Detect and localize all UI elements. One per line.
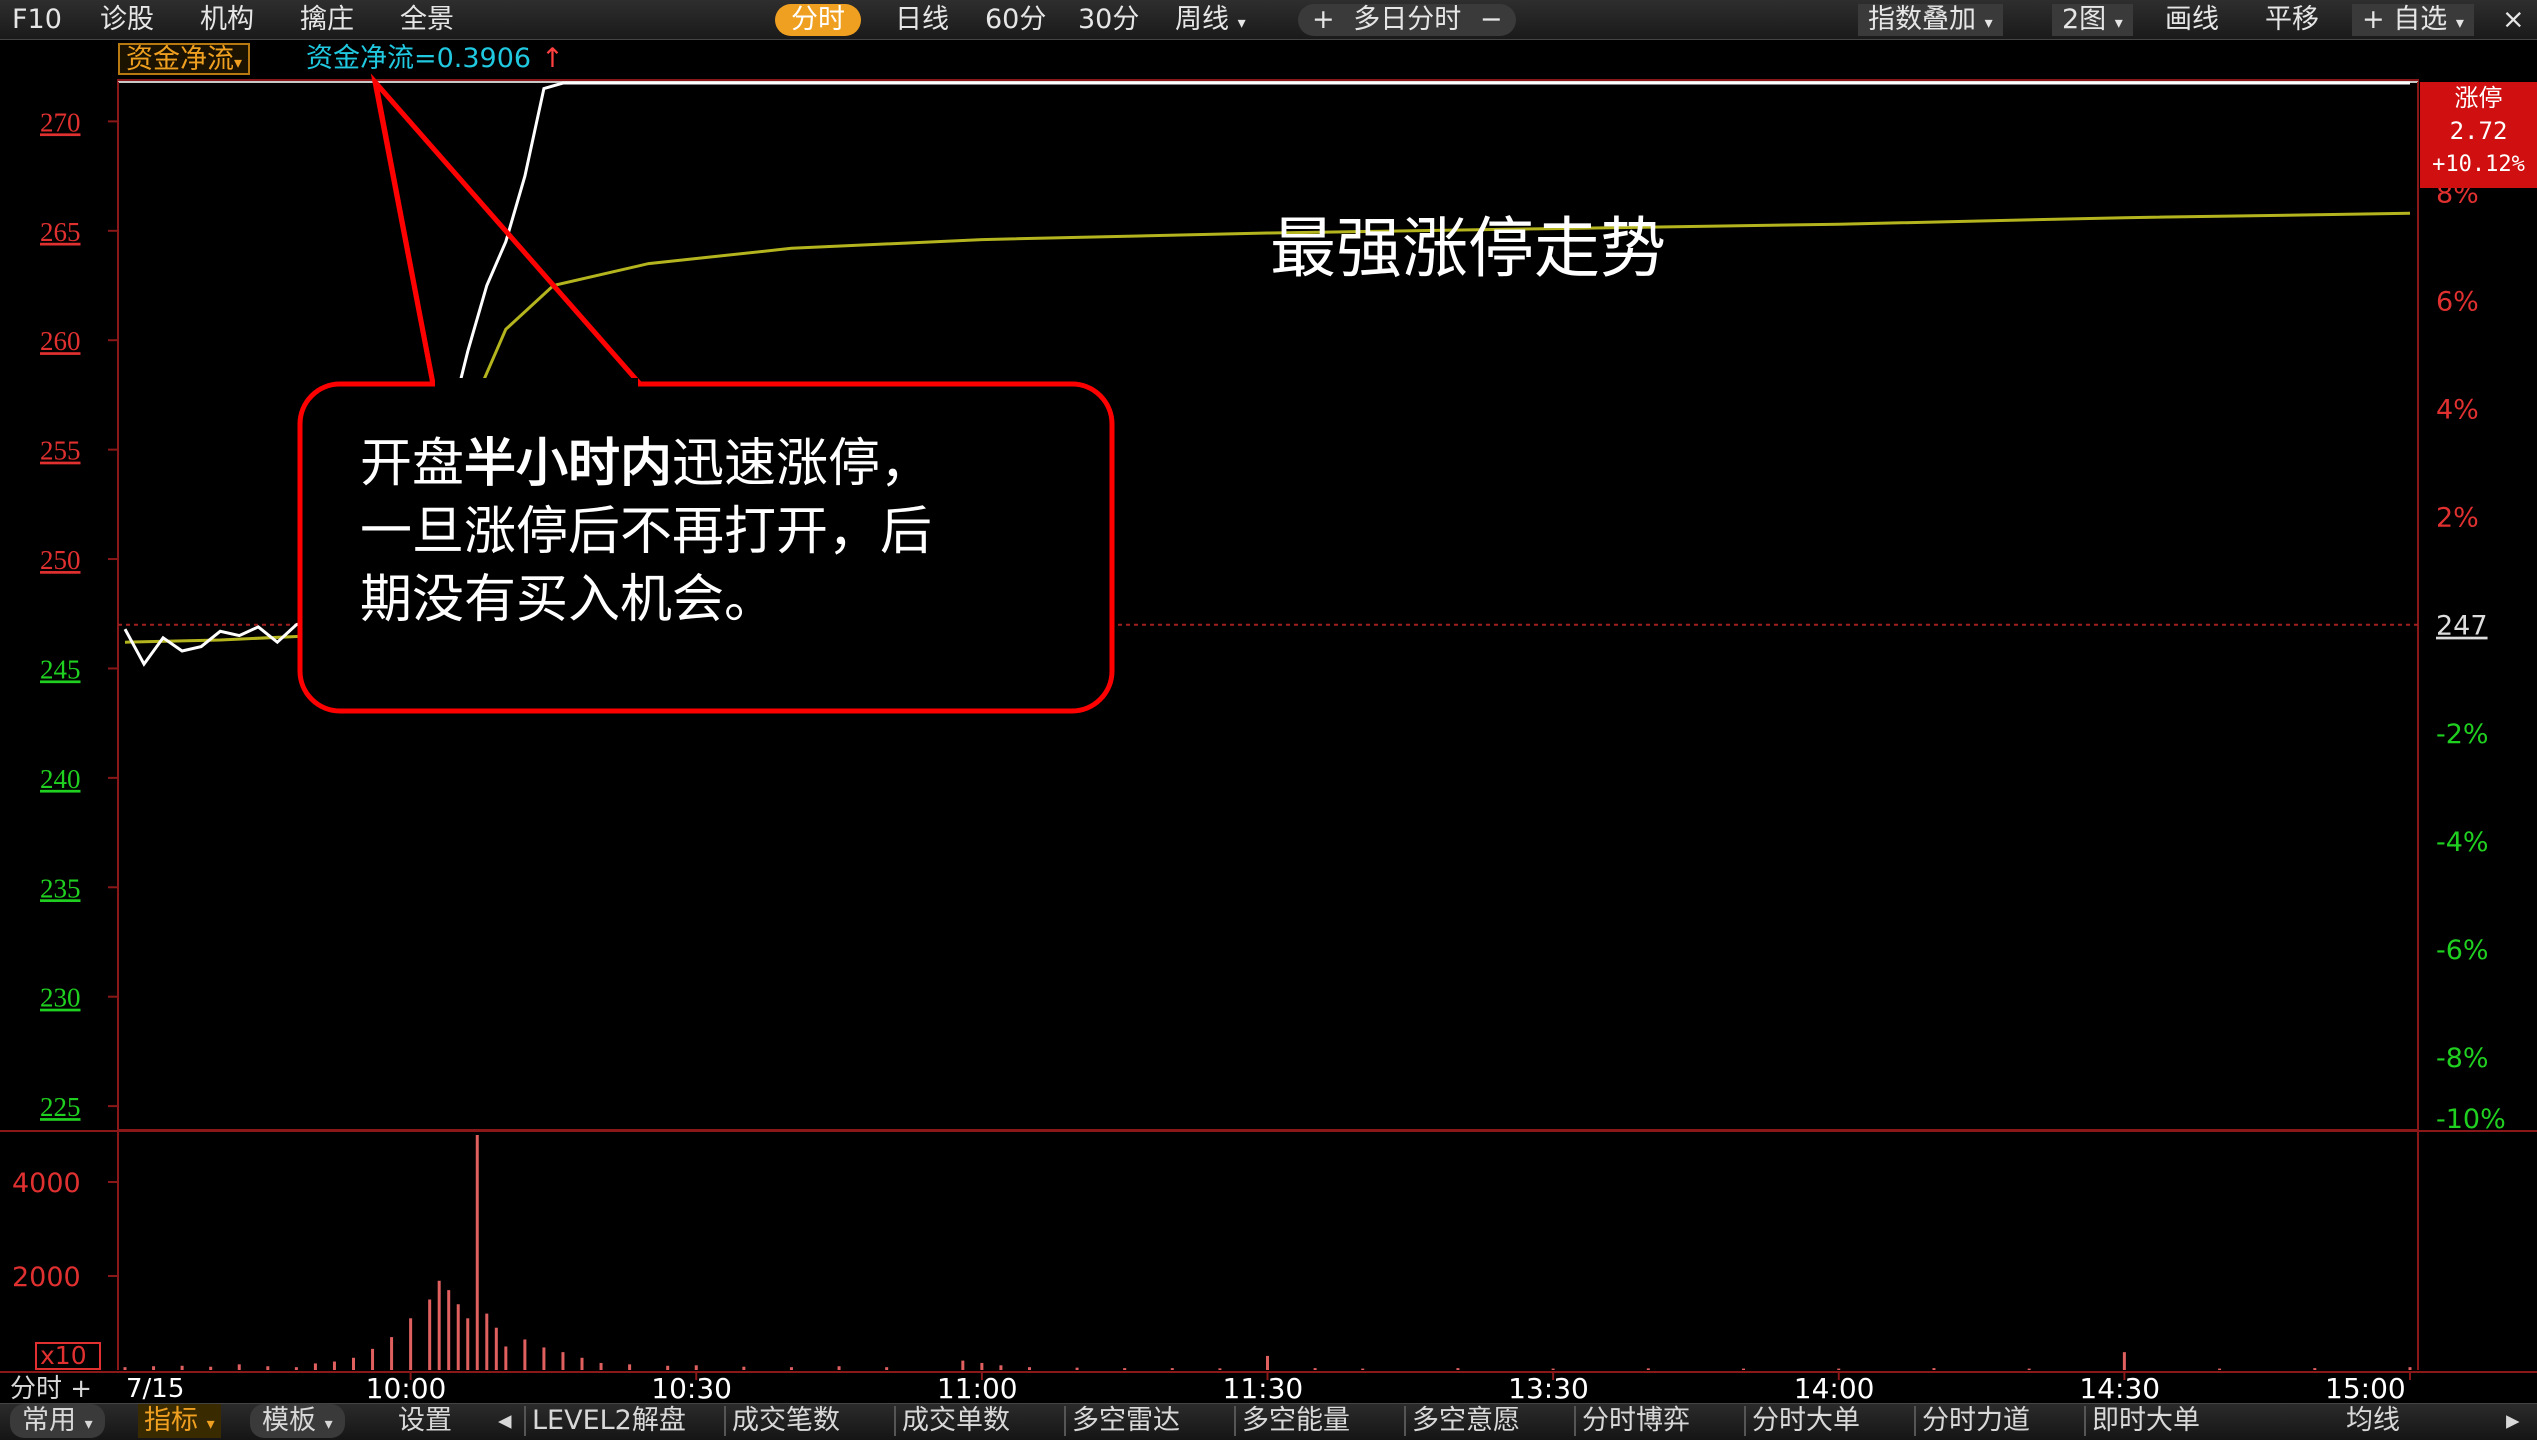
indicator-tab[interactable]: 分时力道 (1922, 1404, 2030, 1438)
tab-indicators-label: 指标 (144, 1405, 198, 1436)
settings-button[interactable]: 设置 (398, 1404, 452, 1438)
percent-axis: 8%6%4%2%247-2%-4%-6%-8%-10% (2436, 178, 2506, 1135)
limit-up-label: 涨停 (2454, 84, 2503, 112)
tab-separator (894, 1406, 896, 1436)
percent-tick-label: 247 (2436, 611, 2488, 642)
percent-tick-label: -2% (2436, 719, 2489, 750)
tab-separator (1914, 1406, 1916, 1436)
price-tick-label: 235 (40, 873, 81, 903)
indicator-tab[interactable]: 分时博弈 (1582, 1404, 1690, 1438)
price-tick-label: 265 (40, 217, 81, 247)
percent-tick-label: -4% (2436, 827, 2489, 858)
volume-tick-label: 4000 (12, 1168, 81, 1199)
chevron-down-icon: ▾ (206, 1414, 215, 1433)
percent-tick-label: 4% (2436, 394, 2479, 425)
callout-text: 开盘半小时内迅速涨停， 一旦涨停后不再打开，后 期没有买入机会。 (360, 430, 1080, 634)
limit-up-percent: +10.12% (2432, 152, 2525, 177)
time-tick-label: 14:30 (2079, 1372, 2160, 1405)
percent-tick-label: -6% (2436, 935, 2489, 966)
tab-common[interactable]: 常用 ▾ (10, 1404, 105, 1438)
chevron-down-icon: ▾ (84, 1414, 93, 1433)
price-tick-label: 270 (40, 107, 81, 137)
tab-separator (1404, 1406, 1406, 1436)
time-tick-label: 15:00 (2325, 1372, 2406, 1405)
price-tick-label: 245 (40, 654, 81, 684)
annotation-title: 最强涨停走势 (1270, 210, 1666, 287)
price-axis: 270 265 260 255 250 245 240 235 230 225 (40, 107, 118, 1122)
percent-tick-label: -10% (2436, 1104, 2506, 1135)
volume-axis: 4000 2000 x10 (12, 1168, 118, 1370)
tab-templates-label: 模板 (262, 1405, 316, 1436)
tab-separator (1574, 1406, 1576, 1436)
time-tick-label: 14:00 (1794, 1372, 1875, 1405)
time-axis: 10:00 10:30 11:00 11:30 13:30 14:00 14:30 15:00 (366, 1372, 2411, 1405)
price-tick-label: 255 (40, 436, 81, 466)
percent-tick-label: 6% (2436, 286, 2479, 317)
percent-tick-label: 2% (2436, 503, 2479, 534)
date-label: 7/15 (126, 1374, 185, 1404)
percent-tick-label: -8% (2436, 1043, 2489, 1074)
callout-pointer (370, 73, 646, 387)
tab-moving-average[interactable]: 均线 (2346, 1404, 2400, 1438)
tab-templates[interactable]: 模板 ▾ (250, 1404, 345, 1438)
intraday-chart[interactable]: 270265260255250245240235230225 8%6%4%2%2… (0, 0, 2537, 1440)
tab-separator (1064, 1406, 1066, 1436)
time-tick-label: 11:00 (937, 1372, 1018, 1405)
chart-mode-dropdown[interactable]: 分时 + (10, 1374, 92, 1404)
callout-line-3: 期没有买入机会。 (360, 570, 777, 630)
scroll-left-icon[interactable]: ◂ (498, 1404, 512, 1438)
price-tick-label: 260 (40, 326, 81, 356)
indicator-tab[interactable]: 多空意愿 (1412, 1404, 1520, 1438)
tab-separator (2084, 1406, 2086, 1436)
limit-up-price: 2.72 (2449, 117, 2508, 145)
price-tick-label: 230 (40, 983, 81, 1013)
tab-indicators[interactable]: 指标 ▾ (138, 1404, 221, 1438)
plus-icon: + (70, 1374, 93, 1404)
price-tick-label: 240 (40, 764, 81, 794)
tab-separator (1744, 1406, 1746, 1436)
time-tick-label: 11:30 (1223, 1372, 1304, 1405)
callout-line-1: 开盘半小时内迅速涨停， (360, 430, 1080, 498)
volume-bars (123, 1135, 2412, 1370)
tab-separator (524, 1406, 526, 1436)
callout-line-1-bold: 半小时内 (464, 434, 673, 494)
indicator-tab[interactable]: 即时大单 (2092, 1404, 2200, 1438)
indicator-tab[interactable]: 成交笔数 (732, 1404, 840, 1438)
chart-mode-label: 分时 (10, 1374, 63, 1404)
indicator-tab[interactable]: 多空能量 (1242, 1404, 1350, 1438)
indicator-tab[interactable]: LEVEL2解盘 (532, 1404, 686, 1438)
indicator-tab[interactable]: 成交单数 (902, 1404, 1010, 1438)
volume-tick-label: 2000 (12, 1262, 81, 1293)
time-tick-label: 13:30 (1508, 1372, 1589, 1405)
callout-gap (435, 378, 638, 390)
limit-up-badge: 涨停 2.72 +10.12% (2420, 82, 2537, 188)
callout-line-2: 一旦涨停后不再打开，后 (360, 502, 933, 562)
callout-line-1-pre: 开盘 (360, 434, 465, 494)
price-tick-label: 250 (40, 545, 81, 575)
time-tick-label: 10:30 (651, 1372, 732, 1405)
indicator-tab[interactable]: 分时大单 (1752, 1404, 1860, 1438)
volume-unit-label: x10 (40, 1341, 87, 1370)
indicator-tab[interactable]: 多空雷达 (1072, 1404, 1180, 1438)
tab-separator (1234, 1406, 1236, 1436)
tab-separator (724, 1406, 726, 1436)
time-tick-label: 10:00 (366, 1372, 447, 1405)
chevron-down-icon: ▾ (324, 1414, 333, 1433)
callout-line-1-post: 迅速涨停， (672, 434, 933, 494)
scroll-right-icon[interactable]: ▸ (2506, 1404, 2520, 1438)
price-tick-label: 225 (40, 1092, 81, 1122)
tab-common-label: 常用 (22, 1405, 76, 1436)
